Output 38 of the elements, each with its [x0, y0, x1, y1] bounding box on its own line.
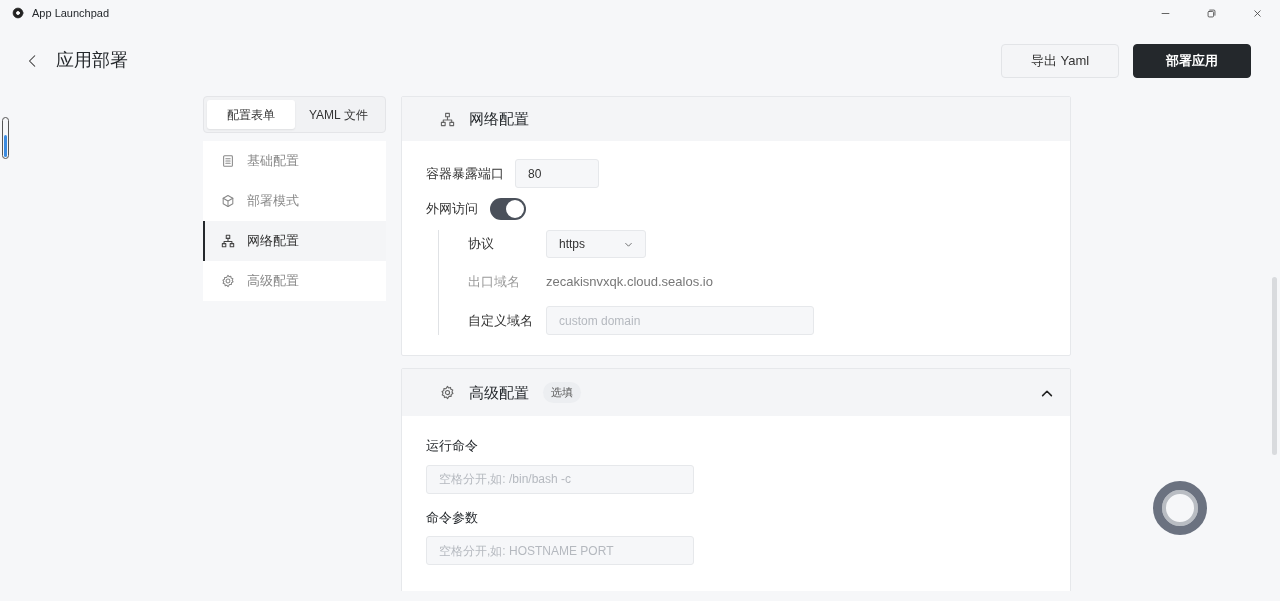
settings-icon	[440, 385, 455, 400]
command-field[interactable]: 空格分开,如: /bin/bash -c	[426, 464, 694, 494]
protocol-dropdown[interactable]: https	[546, 230, 646, 258]
field-label: 自定义域名	[468, 311, 534, 330]
nav-item[interactable]: 网络配置	[203, 221, 386, 261]
field-label: 容器暴露端口	[426, 164, 504, 183]
toggle-switch[interactable]	[490, 198, 526, 220]
page-title: 应用部署	[56, 50, 128, 72]
app-logo-icon	[12, 7, 24, 19]
close-icon[interactable]	[1251, 7, 1263, 19]
command-field[interactable]: 空格分开,如: HOSTNAME PORT	[426, 536, 694, 565]
domain-field[interactable]: custom domain	[546, 306, 814, 335]
tab[interactable]: YAML 文件	[294, 100, 382, 129]
field-label: 出口域名	[468, 273, 521, 292]
nav-item[interactable]: 高级配置	[203, 261, 386, 301]
export-button[interactable]: 导出 Yaml	[1001, 44, 1119, 78]
cube-icon	[221, 194, 235, 208]
network-icon	[221, 234, 235, 248]
field-label: 命令参数	[426, 508, 479, 527]
network-icon	[440, 111, 455, 127]
port-field[interactable]: 80	[515, 159, 599, 188]
tab[interactable]: 配置表单	[207, 100, 295, 129]
section-title: 网络配置	[469, 110, 529, 128]
settings-icon	[221, 274, 235, 288]
section-title: 高级配置	[469, 383, 529, 402]
optional-badge: 选填	[543, 381, 581, 404]
nav-item[interactable]: 部署模式	[203, 181, 386, 221]
field-label: 运行命令	[426, 437, 479, 455]
domain-text: zecakisnvxqk.cloud.sealos.io	[546, 273, 713, 292]
nav-item[interactable]: 基础配置	[203, 141, 386, 181]
scrollbar[interactable]	[1272, 277, 1277, 455]
field-label: 外网访问	[426, 200, 478, 219]
floating-ring-button[interactable]	[1153, 481, 1207, 535]
field-label: 协议	[468, 235, 495, 254]
deploy-button[interactable]: 部署应用	[1133, 44, 1251, 78]
restore-icon[interactable]	[1205, 7, 1217, 19]
document-icon	[221, 154, 235, 168]
window-title: App Launchpad	[32, 5, 110, 21]
